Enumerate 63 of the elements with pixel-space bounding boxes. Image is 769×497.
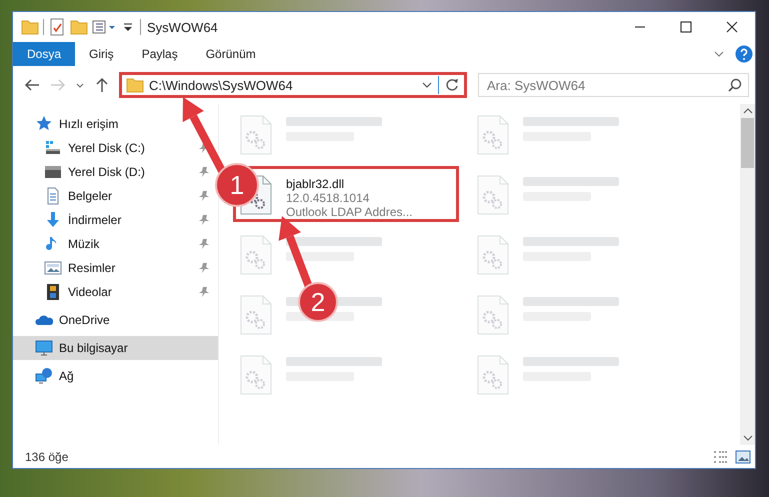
sidebar-label: OneDrive bbox=[59, 313, 111, 327]
sidebar-label: Yerel Disk (C:) bbox=[68, 141, 146, 155]
sidebar-label: Müzik bbox=[68, 237, 100, 251]
blurred-detail-bar bbox=[286, 252, 354, 261]
large-icons-view-icon[interactable] bbox=[735, 450, 751, 464]
folder-icon bbox=[126, 76, 144, 94]
checklist-icon[interactable] bbox=[48, 18, 66, 36]
sidebar-label: Hızlı erişim bbox=[59, 117, 120, 131]
network-icon bbox=[35, 367, 53, 385]
file-name: bjablr32.dll bbox=[286, 177, 346, 191]
help-icon[interactable] bbox=[735, 45, 753, 63]
download-arrow-icon bbox=[44, 211, 62, 229]
computer-icon bbox=[35, 339, 53, 357]
sidebar-item[interactable]: Hızlı erişim bbox=[13, 112, 218, 136]
pin-icon[interactable] bbox=[198, 286, 210, 298]
film-icon bbox=[44, 283, 62, 301]
sidebar-label: Belgeler bbox=[68, 189, 114, 203]
sidebar-item[interactable]: Yerel Disk (C:) bbox=[13, 136, 218, 160]
scroll-down-icon[interactable] bbox=[742, 434, 752, 442]
sidebar-label: İndirmeler bbox=[68, 213, 122, 227]
scrollbar[interactable] bbox=[740, 104, 755, 445]
file-detail: 12.0.4518.1014 bbox=[286, 191, 370, 205]
refresh-icon[interactable] bbox=[444, 77, 460, 93]
file-detail: Outlook LDAP Addres... bbox=[286, 205, 413, 219]
sidebar-label: Videolar bbox=[68, 285, 113, 299]
pin-icon[interactable] bbox=[198, 262, 210, 274]
pin-icon[interactable] bbox=[198, 166, 210, 178]
address-field[interactable]: C:\Windows\SysWOW64 bbox=[119, 72, 467, 98]
sidebar-item[interactable]: Müzik bbox=[13, 232, 218, 256]
details-view-icon[interactable] bbox=[713, 450, 729, 464]
sidebar-label: Bu bilgisayar bbox=[59, 341, 129, 355]
sidebar-item[interactable]: OneDrive bbox=[13, 308, 218, 332]
properties-icon[interactable] bbox=[92, 18, 118, 36]
sidebar-item[interactable]: İndirmeler bbox=[13, 208, 218, 232]
search-field[interactable]: Ara: SysWOW64 bbox=[478, 73, 749, 97]
sidebar-item[interactable]: Bu bilgisayar bbox=[13, 336, 218, 360]
sidebar-item[interactable]: Ağ bbox=[13, 364, 218, 388]
drive-icon bbox=[44, 163, 62, 181]
sidebar-label: Yerel Disk (D:) bbox=[68, 165, 146, 179]
drive-icon bbox=[44, 139, 62, 157]
maximize-icon bbox=[680, 21, 692, 33]
sidebar-item[interactable]: Videolar bbox=[13, 280, 218, 304]
address-path: C:\Windows\SysWOW64 bbox=[149, 78, 294, 92]
pin-icon[interactable] bbox=[198, 238, 210, 250]
sidebar-item[interactable]: Resimler bbox=[13, 256, 218, 280]
sidebar-label: Resimler bbox=[68, 261, 116, 275]
item-count: 136 öğe bbox=[25, 450, 68, 464]
window-title: SysWOW64 bbox=[147, 20, 219, 34]
pin-icon[interactable] bbox=[198, 214, 210, 226]
ribbon-tab[interactable]: Giriş bbox=[75, 42, 128, 66]
sidebar-item[interactable]: Yerel Disk (D:) bbox=[13, 160, 218, 184]
ribbon-tab[interactable]: Görünüm bbox=[192, 42, 270, 66]
ribbon-tab[interactable]: Paylaş bbox=[128, 42, 192, 66]
star-icon bbox=[35, 115, 53, 133]
sidebar-label: Ağ bbox=[59, 369, 75, 383]
search-icon[interactable] bbox=[728, 78, 742, 92]
scrollbar-thumb[interactable] bbox=[741, 118, 754, 168]
ribbon-tab[interactable]: Dosya bbox=[13, 42, 76, 66]
close-icon bbox=[726, 21, 738, 33]
sidebar-item[interactable]: Belgeler bbox=[13, 184, 218, 208]
picture-icon bbox=[44, 259, 62, 277]
scroll-up-icon[interactable] bbox=[742, 107, 752, 115]
pin-icon[interactable] bbox=[198, 190, 210, 202]
